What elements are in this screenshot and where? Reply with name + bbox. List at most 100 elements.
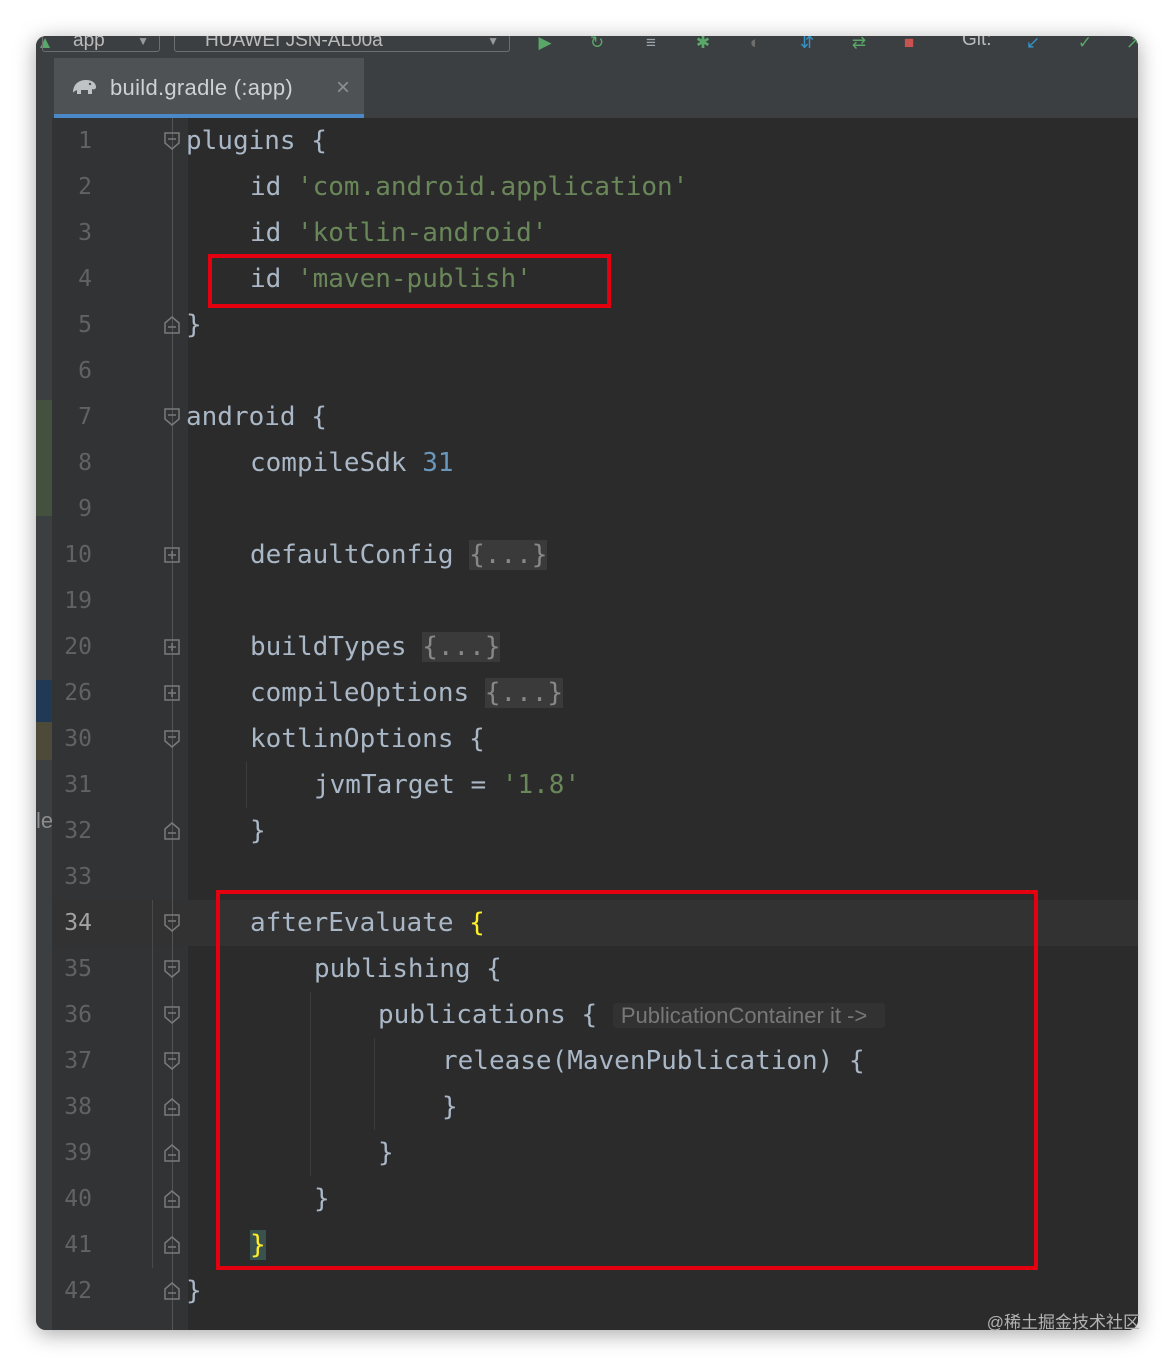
left-tool-strip: le — [36, 118, 54, 1330]
code-line-30: kotlinOptions { — [250, 716, 485, 762]
tab-label: build.gradle (:app) — [110, 75, 294, 100]
fold-close-icon[interactable] — [163, 316, 181, 334]
run-app-icon[interactable]: ▶ — [534, 36, 556, 52]
line-number: 32 — [64, 818, 92, 844]
git-push-icon[interactable]: ↗ — [1122, 36, 1138, 52]
line-number: 30 — [64, 726, 92, 752]
string-literal: '1.8' — [501, 770, 581, 800]
watermark: @稀土掘金技术社区 — [986, 1313, 1140, 1332]
fold-open-icon[interactable] — [163, 1006, 181, 1024]
code-token: id — [250, 218, 282, 248]
close-icon[interactable]: × — [336, 74, 350, 102]
code-token: compileSdk — [250, 448, 407, 478]
chevron-down-icon: ▼ — [487, 36, 499, 48]
run-configuration-label: app — [73, 36, 105, 51]
code-token: android { — [186, 402, 327, 432]
code-line-5: } — [186, 302, 202, 348]
line-number: 9 — [78, 496, 92, 522]
attach-debugger-icon[interactable]: ⇵ — [796, 36, 818, 52]
code-line-31: jvmTarget = '1.8' — [314, 762, 580, 808]
collapsed-block[interactable]: {...} — [484, 678, 564, 708]
indent-guide — [152, 900, 153, 1268]
code-line-32: } — [250, 808, 266, 854]
line-number: 19 — [64, 588, 92, 614]
code-token: } — [186, 1276, 202, 1306]
stop-icon[interactable]: ■ — [898, 36, 920, 52]
tool-window-marker — [36, 680, 52, 722]
line-number: 2 — [78, 174, 92, 200]
code-token: compileOptions — [250, 678, 470, 708]
line-number: 41 — [64, 1232, 92, 1258]
run-configuration-combo[interactable]: app ▼ — [42, 36, 160, 52]
indent-guide — [246, 762, 247, 808]
line-number: 6 — [78, 358, 92, 384]
code-line-7: android { — [186, 394, 327, 440]
tab-build-gradle-app[interactable]: build.gradle (:app) × — [54, 58, 364, 118]
line-number: 31 — [64, 772, 92, 798]
code-line-26: compileOptions {...} — [250, 670, 564, 716]
collapsed-block[interactable]: {...} — [422, 632, 501, 662]
fold-open-icon[interactable] — [163, 730, 181, 748]
device-label: HUAWEI JSN-AL00a — [205, 36, 383, 51]
sync-gradle-icon[interactable]: ⇄ — [848, 36, 870, 52]
fold-expand-icon[interactable] — [163, 638, 181, 656]
code-line-8: compileSdk 31 — [250, 440, 454, 486]
code-token: kotlinOptions { — [250, 724, 485, 754]
line-number: 1 — [78, 128, 92, 154]
git-update-icon[interactable]: ↙ — [1022, 36, 1044, 52]
fold-close-icon[interactable] — [163, 1190, 181, 1208]
debug-icon[interactable]: ✱ — [692, 36, 714, 52]
code-token: jvmTarget = — [314, 770, 502, 800]
fold-close-icon[interactable] — [163, 1144, 181, 1162]
code-line-1: plugins { — [186, 118, 327, 164]
line-number: 38 — [64, 1094, 92, 1120]
fold-close-icon[interactable] — [163, 822, 181, 840]
line-number: 33 — [64, 864, 92, 890]
fold-open-icon[interactable] — [163, 408, 181, 426]
tool-window-marker — [36, 722, 52, 760]
git-label: Git: — [962, 36, 992, 50]
code-token: } — [250, 816, 266, 846]
line-number: 34 — [64, 910, 92, 936]
fold-expand-icon[interactable] — [163, 684, 181, 702]
line-number: 10 — [64, 542, 92, 568]
code-line-2: id 'com.android.application' — [250, 164, 688, 210]
annotation-box-after-evaluate — [216, 890, 1038, 1270]
line-number: 4 — [78, 266, 92, 292]
line-number: 40 — [64, 1186, 92, 1212]
code-line-20: buildTypes {...} — [250, 624, 501, 670]
code-token: buildTypes — [250, 632, 407, 662]
apply-changes-restart-icon[interactable]: ≡ — [640, 36, 662, 52]
git-commit-icon[interactable]: ✓ — [1074, 36, 1096, 52]
string-literal: 'com.android.application' — [296, 172, 689, 202]
collapsed-block[interactable]: {...} — [469, 540, 548, 570]
line-number: 37 — [64, 1048, 92, 1074]
gradle-elephant-icon — [73, 80, 96, 94]
fold-open-icon[interactable] — [163, 960, 181, 978]
ide-window: ▲ app ▼ HUAWEI JSN-AL00a ▼ ▶ ↻ ≡ ✱ ◐ ⇵ ⇄… — [36, 36, 1138, 1330]
code-token: defaultConfig — [250, 540, 454, 570]
fold-expand-icon[interactable] — [163, 546, 181, 564]
line-number: 36 — [64, 1002, 92, 1028]
tool-window-label: le — [36, 808, 54, 833]
profiler-icon[interactable]: ◐ — [744, 36, 766, 52]
fold-open-icon[interactable] — [163, 132, 181, 150]
code-line-10: defaultConfig {...} — [250, 532, 548, 578]
fold-close-icon[interactable] — [163, 1236, 181, 1254]
line-number: 20 — [64, 634, 92, 660]
line-number: 35 — [64, 956, 92, 982]
code-line-42: } — [186, 1268, 202, 1314]
fold-close-icon[interactable] — [163, 1098, 181, 1116]
fold-open-icon[interactable] — [163, 914, 181, 932]
line-number: 5 — [78, 312, 92, 338]
line-number: 26 — [64, 680, 92, 706]
apply-code-changes-icon[interactable]: ↻ — [586, 36, 608, 52]
code-token: id — [250, 172, 282, 202]
line-number: 8 — [78, 450, 92, 476]
device-combo[interactable]: HUAWEI JSN-AL00a ▼ — [174, 36, 510, 52]
code-token: plugins { — [186, 126, 327, 156]
fold-close-icon[interactable] — [163, 1282, 181, 1300]
line-number: 42 — [64, 1278, 92, 1304]
line-number: 39 — [64, 1140, 92, 1166]
fold-open-icon[interactable] — [163, 1052, 181, 1070]
